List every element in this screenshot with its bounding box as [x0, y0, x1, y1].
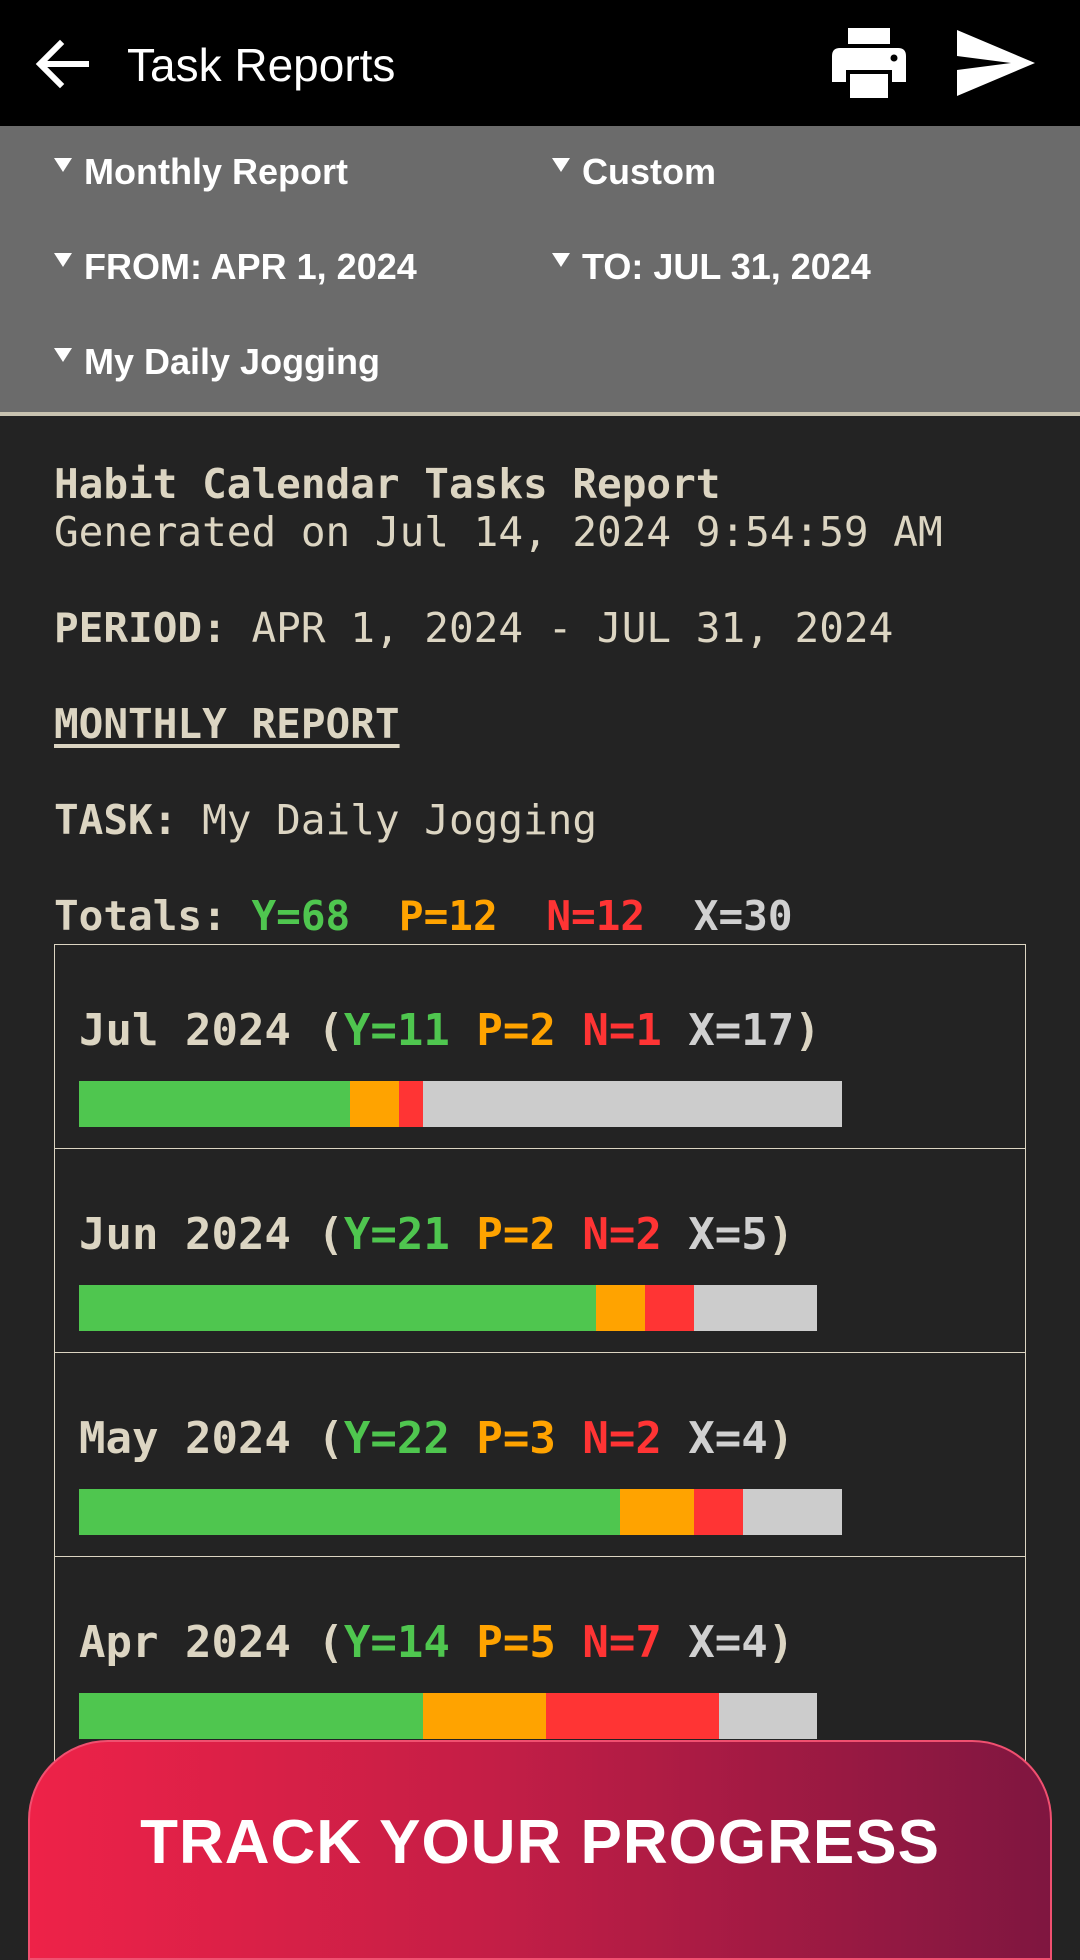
bar-none: [423, 1081, 842, 1127]
task-value: My Daily Jogging: [84, 341, 381, 382]
arrow-left-icon[interactable]: [30, 32, 94, 96]
month-close: ): [794, 1005, 821, 1056]
month-yes: Y=11: [343, 1005, 450, 1056]
month-no: N=2: [555, 1413, 662, 1464]
month-yes: Y=14: [343, 1617, 450, 1668]
month-close: ): [767, 1413, 795, 1464]
month-partial: P=3: [449, 1413, 556, 1464]
bar-none: [693, 1285, 817, 1331]
month-no: N=2: [555, 1209, 662, 1260]
period-label: PERIOD:: [54, 604, 227, 652]
range-type-value: Custom: [582, 151, 716, 192]
month-name: Apr 2024 (: [79, 1617, 344, 1668]
totals-yes: Y=68: [251, 892, 351, 940]
month-name: Jul 2024 (: [79, 1005, 344, 1056]
month-row: Jul 2024 (Y=11 P=2 N=1 X=17): [55, 945, 1025, 1149]
report-title: Habit Calendar Tasks Report: [54, 460, 721, 508]
month-close: ): [767, 1209, 795, 1260]
dropdown-arrow-icon: [54, 158, 72, 172]
dropdown-arrow-icon: [54, 253, 72, 267]
task-line: TASK: My Daily Jogging: [54, 796, 597, 844]
month-partial: P=2: [449, 1209, 556, 1260]
month-none: X=5: [661, 1209, 768, 1260]
month-no: N=1: [555, 1005, 662, 1056]
bar-partial: [595, 1285, 645, 1331]
bar-yes: [79, 1489, 621, 1535]
bar-no: [644, 1285, 694, 1331]
month-progress-bar: [79, 1693, 817, 1739]
send-icon[interactable]: [957, 30, 1035, 96]
month-progress-bar: [79, 1489, 842, 1535]
month-name: Jun 2024 (: [79, 1209, 344, 1260]
month-progress-bar: [79, 1081, 842, 1127]
bar-none: [718, 1693, 817, 1739]
dropdown-arrow-icon: [552, 158, 570, 172]
report-filters: Monthly Report Custom FROM: APR 1, 2024 …: [0, 126, 1080, 416]
range-type-dropdown[interactable]: Custom: [552, 150, 716, 194]
month-row: Apr 2024 (Y=14 P=5 N=7 X=4): [55, 1557, 1025, 1761]
report-type-dropdown[interactable]: Monthly Report: [54, 150, 348, 194]
to-date-value: TO: JUL 31, 2024: [582, 246, 871, 287]
task-label: TASK:: [54, 796, 178, 844]
month-none: X=17: [661, 1005, 795, 1056]
app-bar: Task Reports: [0, 0, 1080, 126]
bar-yes: [79, 1693, 424, 1739]
monthly-breakdown: Jul 2024 (Y=11 P=2 N=1 X=17) Jun 2024 (Y=…: [54, 944, 1026, 1762]
month-heading: Apr 2024 (Y=14 P=5 N=7 X=4): [79, 1617, 794, 1669]
month-yes: Y=21: [343, 1209, 450, 1260]
period-value: APR 1, 2024 - JUL 31, 2024: [251, 604, 894, 652]
track-progress-banner[interactable]: TRACK YOUR PROGRESS: [28, 1740, 1052, 1960]
bar-no: [693, 1489, 744, 1535]
from-date-dropdown[interactable]: FROM: APR 1, 2024: [54, 245, 417, 289]
from-date-value: FROM: APR 1, 2024: [84, 246, 417, 287]
month-heading: May 2024 (Y=22 P=3 N=2 X=4): [79, 1413, 794, 1465]
month-close: ): [767, 1617, 795, 1668]
dropdown-arrow-icon: [552, 253, 570, 267]
month-heading: Jun 2024 (Y=21 P=2 N=2 X=5): [79, 1209, 794, 1261]
month-partial: P=2: [449, 1005, 556, 1056]
month-no: N=7: [555, 1617, 662, 1668]
totals-none: X=30: [693, 892, 793, 940]
month-progress-bar: [79, 1285, 817, 1331]
task-dropdown[interactable]: My Daily Jogging: [54, 340, 380, 384]
month-row: May 2024 (Y=22 P=3 N=2 X=4): [55, 1353, 1025, 1557]
generated-timestamp: Generated on Jul 14, 2024 9:54:59 AM: [54, 508, 943, 556]
totals-line: Totals: Y=68 P=12 N=12 X=30: [54, 892, 793, 940]
month-row: Jun 2024 (Y=21 P=2 N=2 X=5): [55, 1149, 1025, 1353]
month-yes: Y=22: [343, 1413, 450, 1464]
bar-yes: [79, 1285, 596, 1331]
totals-partial: P=12: [398, 892, 498, 940]
report-type-value: Monthly Report: [84, 151, 348, 192]
page-title: Task Reports: [127, 39, 396, 91]
task-name: My Daily Jogging: [202, 796, 598, 844]
month-heading: Jul 2024 (Y=11 P=2 N=1 X=17): [79, 1005, 821, 1057]
totals-no: N=12: [546, 892, 646, 940]
totals-label: Totals:: [54, 892, 227, 940]
month-none: X=4: [661, 1413, 768, 1464]
bar-partial: [349, 1081, 399, 1127]
period-line: PERIOD: APR 1, 2024 - JUL 31, 2024: [54, 604, 893, 652]
dropdown-arrow-icon: [54, 348, 72, 362]
month-none: X=4: [661, 1617, 768, 1668]
bar-no: [398, 1081, 424, 1127]
banner-text: TRACK YOUR PROGRESS: [140, 1808, 940, 1877]
bar-none: [743, 1489, 842, 1535]
bar-partial: [620, 1489, 694, 1535]
printer-icon[interactable]: [832, 28, 906, 98]
bar-partial: [423, 1693, 547, 1739]
section-heading: MONTHLY REPORT: [54, 700, 400, 748]
to-date-dropdown[interactable]: TO: JUL 31, 2024: [552, 245, 871, 289]
bar-no: [546, 1693, 719, 1739]
month-partial: P=5: [449, 1617, 556, 1668]
bar-yes: [79, 1081, 350, 1127]
month-name: May 2024 (: [79, 1413, 344, 1464]
